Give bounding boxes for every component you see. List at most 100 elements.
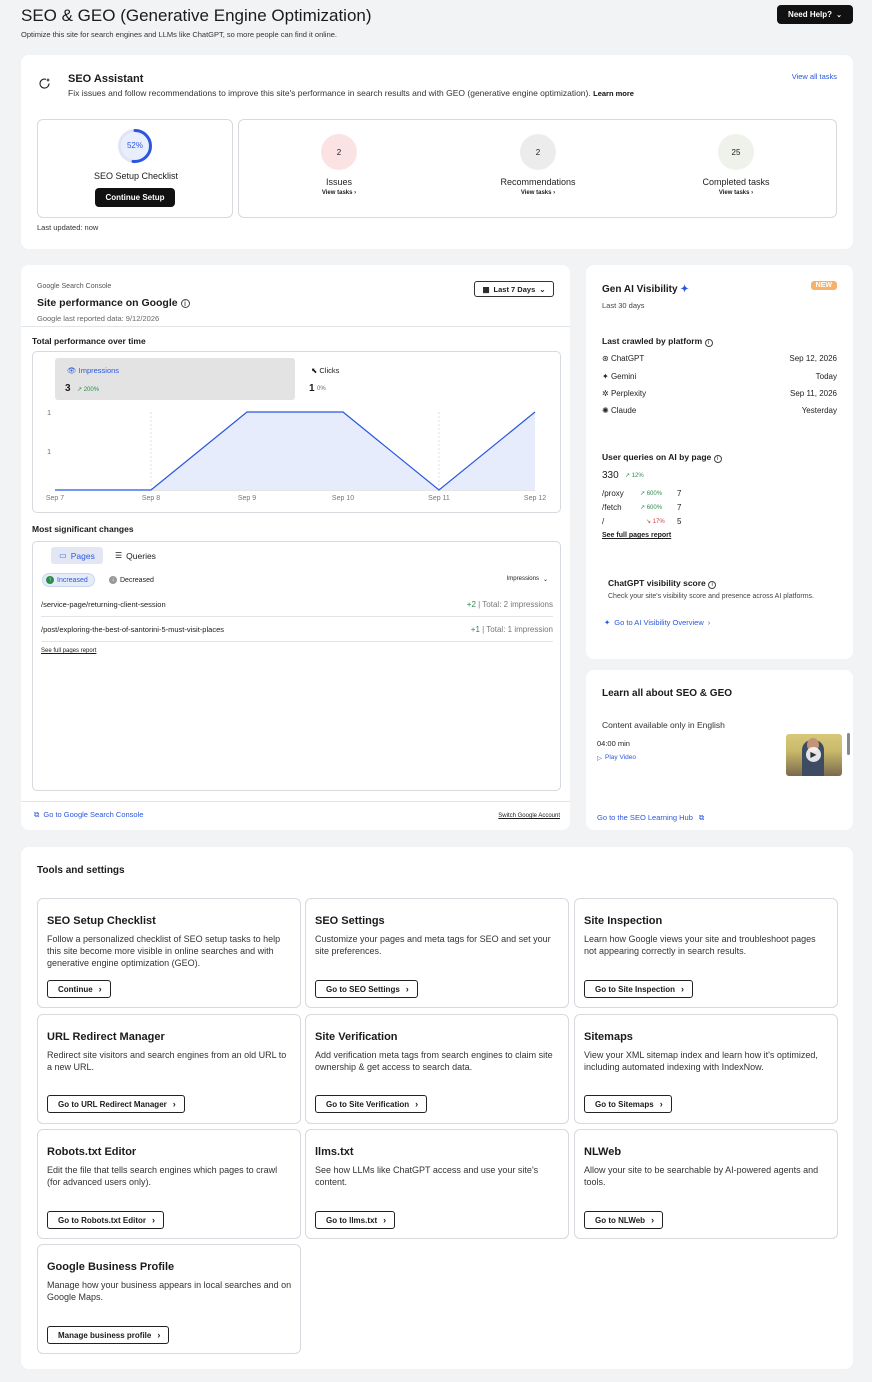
learn-more-link[interactable]: Learn more xyxy=(593,89,634,98)
tool-button-label: Manage business profile xyxy=(58,1330,152,1340)
see-full-pages-link[interactable]: See full pages report xyxy=(41,648,96,654)
go-to-site-inspection-button[interactable]: Go to Site Inspection › xyxy=(584,980,694,998)
gen-ai-title: Gen AI Visibility ✦ xyxy=(602,284,689,295)
assistant-description: Fix issues and follow recommendations to… xyxy=(68,88,634,98)
go-to-nlweb-button[interactable]: Go to NLWeb › xyxy=(584,1211,664,1229)
filter-increased[interactable]: ↑ Increased xyxy=(42,573,95,587)
clicks-change: 0% xyxy=(317,386,326,392)
seo-learning-hub-link[interactable]: Go to the SEO Learning Hub ⧉ xyxy=(597,813,704,823)
changes-box: ▭ Pages ☰ Queries ↑ Increased ↓ Decreased Im… xyxy=(32,541,561,791)
continue-setup-button[interactable]: Continue Setup xyxy=(95,188,175,207)
tool-nlweb: NLWeb Allow your site to be searchable b… xyxy=(574,1129,838,1239)
performance-chart: 1 1 Sep 7 Sep 8 Sep 9 Sep 10 Sep 11 Sep 12 xyxy=(46,410,546,502)
recommendations-view-tasks-link[interactable]: View tasks › xyxy=(478,190,598,196)
tab-queries-label: Queries xyxy=(126,550,156,561)
go-to-site-verification-button[interactable]: Go to Site Verification › xyxy=(315,1095,428,1113)
chevron-down-icon: ⌄ xyxy=(539,284,546,294)
seo-assistant-card: SEO Assistant Fix issues and follow reco… xyxy=(21,55,853,249)
tool-title: Google Business Profile xyxy=(47,1261,175,1273)
tool-title: Site Verification xyxy=(315,1031,398,1043)
learn-note: Content available only in English xyxy=(602,720,725,730)
tool-button-label: Go to NLWeb xyxy=(595,1215,646,1225)
external-link-icon: ⧉ xyxy=(698,813,705,822)
reported-date: Google last reported data: 9/12/2026 xyxy=(37,314,160,323)
tool-button-label: Continue xyxy=(58,984,93,994)
clicks-value: 1 xyxy=(309,383,315,394)
tab-queries[interactable]: ☰ Queries xyxy=(115,547,156,564)
completed-view-tasks-link[interactable]: View tasks › xyxy=(676,190,796,196)
continue-button[interactable]: Continue › xyxy=(47,980,111,998)
refresh-spark-icon xyxy=(39,78,50,89)
new-badge: NEW xyxy=(810,281,837,290)
filter-decreased[interactable]: ↓ Decreased xyxy=(109,573,154,587)
learn-card: Learn all about SEO & GEO Content availa… xyxy=(586,670,853,830)
google-search-console-link-label: Go to Google Search Console xyxy=(43,810,144,819)
go-to-sitemaps-button[interactable]: Go to Sitemaps › xyxy=(584,1095,672,1113)
impressions-label: 👁 Impressions xyxy=(67,366,119,375)
chevron-right-icon: › xyxy=(383,1215,387,1225)
query-page-row: /fetch ↗ 600% 7 xyxy=(602,503,702,512)
tool-title: SEO Setup Checklist xyxy=(47,915,156,927)
manage-business-profile-button[interactable]: Manage business profile › xyxy=(47,1326,170,1344)
row-delta: +2 | Total: 2 impressions xyxy=(467,600,553,609)
clicks-label-text: Clicks xyxy=(319,366,340,375)
play-video-link[interactable]: ▷ Play Video xyxy=(597,754,636,762)
chevron-right-icon: › xyxy=(98,984,102,994)
score-title: ChatGPT visibility score i xyxy=(608,578,717,589)
platform-name: Claude xyxy=(610,406,637,415)
tool-title: NLWeb xyxy=(584,1146,622,1158)
table-row[interactable]: /service-page/returning-client-session +… xyxy=(41,592,553,617)
ai-visibility-overview-link[interactable]: ✦ Go to AI Visibility Overview › xyxy=(604,618,710,627)
sort-select[interactable]: Impressions ⌄ xyxy=(507,576,548,583)
page-subtitle: Optimize this site for search engines an… xyxy=(21,30,337,39)
query-page-count: 7 xyxy=(677,503,682,512)
query-page-path: / xyxy=(602,517,605,526)
go-to-seo-settings-button[interactable]: Go to SEO Settings › xyxy=(315,980,418,998)
clicks-tab[interactable]: ⬉ Clicks 1 0% xyxy=(303,358,543,400)
go-to-llms-txt-button[interactable]: Go to llms.txt › xyxy=(315,1211,396,1229)
impressions-tab[interactable]: 👁 Impressions 3 ↗ 200% xyxy=(55,358,295,400)
go-to-robots-txt-editor-button[interactable]: Go to Robots.txt Editor › xyxy=(47,1211,164,1229)
view-all-tasks-link[interactable]: View all tasks xyxy=(792,72,837,81)
gen-ai-period: Last 30 days xyxy=(602,301,645,310)
tab-pages[interactable]: ▭ Pages xyxy=(51,547,103,564)
tool-description: View your XML sitemap index and learn ho… xyxy=(584,1050,818,1072)
recommendations-label: Recommendations xyxy=(500,177,576,187)
need-help-button[interactable]: Need Help? ⌄ xyxy=(777,5,853,24)
go-to-url-redirect-manager-button[interactable]: Go to URL Redirect Manager › xyxy=(47,1095,185,1113)
chevron-right-icon: › xyxy=(651,1215,655,1225)
query-page-change: ↗ 600% xyxy=(640,504,662,511)
impressions-change: ↗ 200% xyxy=(77,386,99,393)
date-range-label: Last 7 Days xyxy=(493,284,536,294)
tool-title: Sitemaps xyxy=(584,1031,633,1043)
tool-title: URL Redirect Manager xyxy=(47,1031,165,1043)
info-icon: i xyxy=(713,455,722,463)
tool-description: Learn how Google views your site and tro… xyxy=(584,934,816,956)
eye-icon: 👁 xyxy=(67,366,77,375)
row-total: | Total: 2 impressions xyxy=(478,600,553,609)
chevron-down-icon: ⌄ xyxy=(836,11,842,19)
row-total: | Total: 1 impression xyxy=(482,625,553,634)
seo-learning-hub-label: Go to the SEO Learning Hub xyxy=(597,813,693,822)
scrollbar[interactable] xyxy=(847,733,850,755)
recommendations-count: 2 xyxy=(520,134,556,170)
issues-view-tasks-link[interactable]: View tasks › xyxy=(279,190,399,196)
tab-pages-label: Pages xyxy=(70,550,95,561)
date-range-select[interactable]: ▦ Last 7 Days ⌄ xyxy=(474,281,554,297)
platform-date: Sep 12, 2026 xyxy=(789,354,837,363)
see-full-pages-link[interactable]: See full pages report xyxy=(602,532,671,539)
video-thumbnail[interactable]: ▶ xyxy=(786,734,842,776)
table-row[interactable]: /post/exploring-the-best-of-santorini-5-… xyxy=(41,617,553,642)
tool-description: Allow your site to be searchable by AI-p… xyxy=(584,1165,819,1187)
switch-google-account-link[interactable]: Switch Google Account xyxy=(498,813,560,819)
learn-title: Learn all about SEO & GEO xyxy=(602,688,733,699)
queries-change: ↗ 12% xyxy=(625,472,644,479)
checklist-percent: 52% xyxy=(126,141,143,150)
assistant-title: SEO Assistant xyxy=(68,73,144,85)
google-search-console-link[interactable]: ⧉ Go to Google Search Console xyxy=(34,810,143,820)
changes-title: Most significant changes xyxy=(32,524,134,534)
divider xyxy=(21,326,570,327)
tool-seo-setup-checklist: SEO Setup Checklist Follow a personalize… xyxy=(37,898,301,1008)
perplexity-icon: ✲ xyxy=(602,389,609,398)
claude-icon: ✺ xyxy=(602,406,609,415)
